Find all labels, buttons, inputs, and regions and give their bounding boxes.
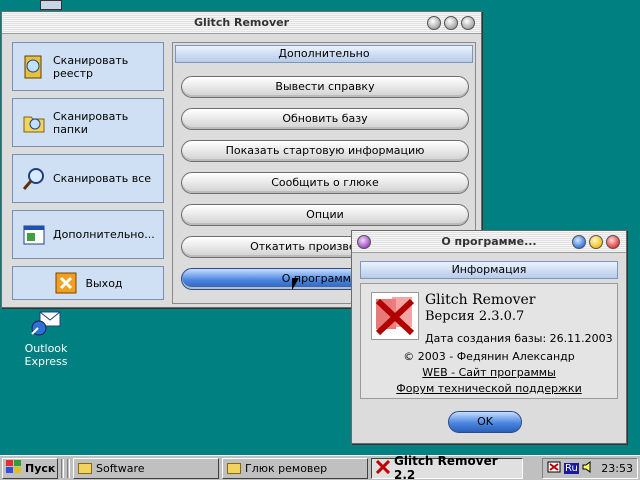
about-dialog-title: О программе... [441,235,537,248]
scan-all-label: Сканировать все [53,172,152,185]
close-button[interactable] [461,16,475,30]
about-collapse-button[interactable] [572,235,586,249]
tray-app-icon[interactable] [547,460,561,477]
ok-button[interactable]: OK [448,411,522,433]
about-minimize-button[interactable] [589,235,603,249]
folder-scan-icon [21,110,47,136]
main-window-title: Glitch Remover [193,16,289,29]
window-menu-button[interactable] [357,235,371,249]
registry-scan-icon [21,54,47,80]
report-glitch-button[interactable]: Сообщить о глюке [181,172,469,194]
outlook-express-label: Outlook Express [24,342,68,368]
collapse-button[interactable] [427,16,441,30]
system-tray: Ru 23:53 [542,457,638,479]
show-start-info-button[interactable]: Показать стартовую информацию [181,140,469,162]
task-glitch-remover[interactable]: Glitch Remover 2.2 [371,454,523,480]
options-button[interactable]: Опции [181,204,469,226]
folder-icon [227,462,241,474]
app-name: Glitch Remover [425,292,536,308]
task-glitch-remover-label: Glitch Remover 2.2 [394,454,498,480]
clock[interactable]: 23:53 [601,462,633,475]
advanced-button[interactable]: Дополнительно... [12,210,164,259]
folder-icon [78,462,92,474]
start-label: Пуск [25,461,56,475]
windows-logo-icon [6,459,22,477]
scan-folders-label: Сканировать папки [53,109,129,136]
taskbar: Пуск Software Глюк ремовер Glitch Remove… [0,454,640,480]
glitch-remover-task-icon [375,459,391,477]
start-button[interactable]: Пуск [2,457,58,479]
website-link[interactable]: WEB - Сайт программы [361,366,617,379]
taskbar-separator [67,458,70,478]
desktop-icon-partial[interactable] [40,0,62,10]
window-icon [21,222,47,248]
outlook-express-icon [30,306,62,338]
main-titlebar[interactable]: Glitch Remover [2,12,481,34]
outlook-express-shortcut[interactable]: Outlook Express [6,306,86,368]
info-box: Glitch Remover Версия 2.3.0.7 Дата созда… [360,283,618,399]
scan-registry-button[interactable]: Сканировать реестр [12,42,164,91]
side-menu: Сканировать реестр Сканировать папки Ска… [12,42,164,307]
panel-title: Дополнительно [175,45,473,63]
scan-registry-label: Сканировать реестр [53,53,129,80]
task-software[interactable]: Software [73,457,219,479]
language-indicator[interactable]: Ru [564,462,579,474]
mouse-cursor-icon [292,278,299,290]
magnifier-icon [21,166,47,192]
copyright: © 2003 - Федянин Александр [403,350,575,363]
glitch-remover-logo-icon [371,292,419,340]
taskbar-separator [61,458,64,478]
about-titlebar[interactable]: О программе... [352,231,626,253]
info-section-title: Информация [360,261,618,279]
database-date: Дата создания базы: 26.11.2003 [425,332,613,345]
advanced-label: Дополнительно... [53,228,155,241]
minimize-button[interactable] [444,16,458,30]
about-dialog: О программе... Информация Glitch Remover… [351,230,627,444]
support-forum-link[interactable]: Форум технической поддержки [361,382,617,395]
scan-all-button[interactable]: Сканировать все [12,154,164,203]
task-glitch-folder[interactable]: Глюк ремовер [222,457,368,479]
about-close-button[interactable] [606,235,620,249]
speaker-icon[interactable] [582,460,594,476]
exit-icon [53,270,79,296]
update-database-button[interactable]: Обновить базу [181,108,469,130]
scan-folders-button[interactable]: Сканировать папки [12,98,164,147]
app-version: Версия 2.3.0.7 [425,309,525,324]
task-glitch-folder-label: Глюк ремовер [245,461,328,475]
task-software-label: Software [96,461,145,475]
exit-label: Выход [85,276,123,290]
show-help-button[interactable]: Вывести справку [181,76,469,98]
exit-button[interactable]: Выход [12,266,164,300]
